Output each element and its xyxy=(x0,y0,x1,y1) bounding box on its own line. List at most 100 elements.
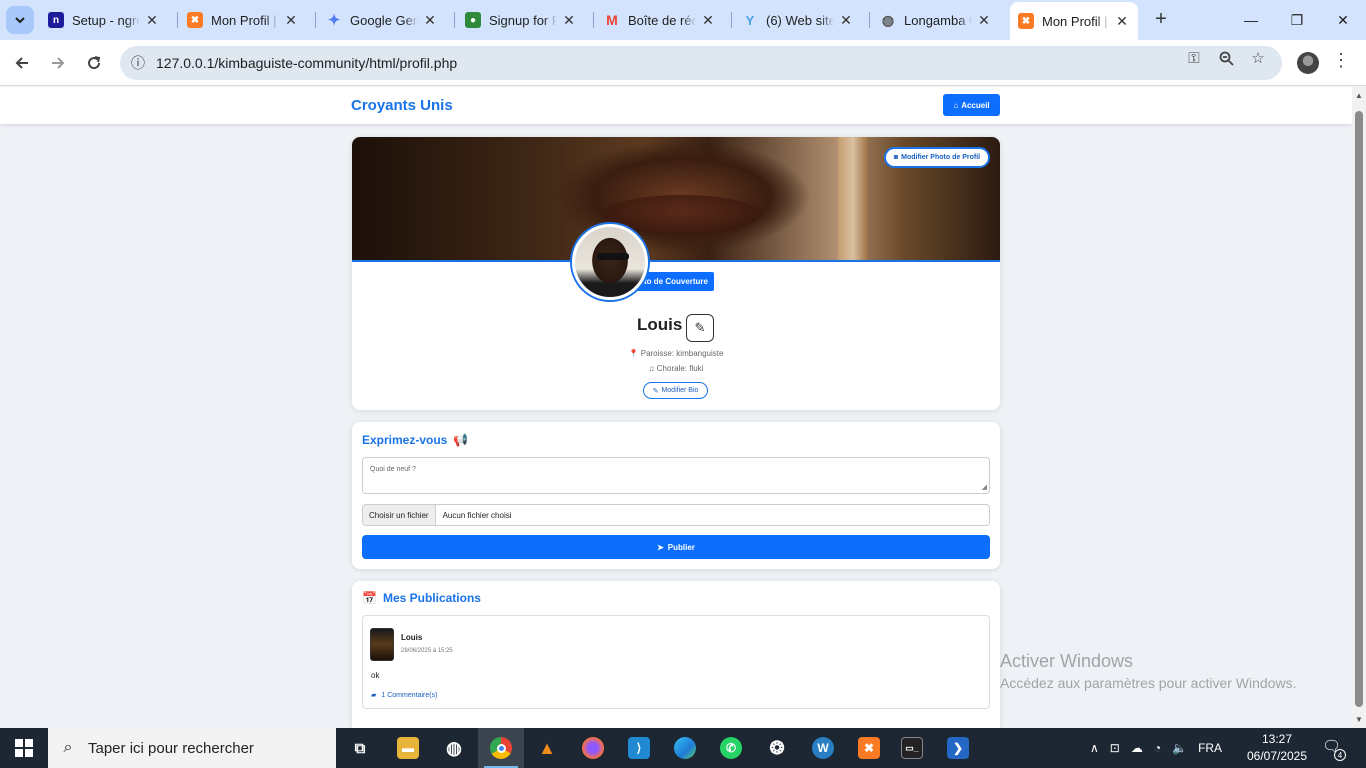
language-indicator[interactable]: FRA xyxy=(1198,741,1222,755)
task-view-button[interactable]: ⧉ xyxy=(337,728,383,768)
vlc-button[interactable]: ▲ xyxy=(524,728,570,768)
close-tab-icon[interactable]: ✕ xyxy=(976,12,992,28)
bookmark-star-icon[interactable]: ☆ xyxy=(1248,48,1268,68)
vscode-icon: ⟩ xyxy=(628,737,650,759)
firefox-button[interactable] xyxy=(570,728,616,768)
scrollbar-thumb[interactable] xyxy=(1355,111,1363,707)
compose-title: Exprimez-vous 📢 xyxy=(362,433,469,447)
whatsapp-button[interactable]: ✆ xyxy=(708,728,754,768)
taskbar-search[interactable]: ⌕ Taper ici pour rechercher xyxy=(48,728,336,768)
browser-tab-strip: n Setup - ngrok ✕ ✖ Mon Profil | Croyant… xyxy=(0,0,1366,40)
new-tab-button[interactable]: + xyxy=(1150,8,1172,30)
compose-card: Exprimez-vous 📢 Quoi de neuf ? ◢ Choisir… xyxy=(352,422,1000,569)
close-window-button[interactable]: ✕ xyxy=(1320,0,1366,40)
activate-windows-watermark: Activer Windows Accédez aux paramètres p… xyxy=(1000,651,1297,691)
device-icon[interactable]: ⊡ xyxy=(1110,741,1120,755)
post-comments-link[interactable]: ▰ 1 Commentaire(s) xyxy=(371,691,437,700)
scroll-down-icon[interactable]: ▼ xyxy=(1355,715,1363,724)
file-explorer-button[interactable]: ▬ xyxy=(385,728,431,768)
tab-website[interactable]: Y (6) Web site ✕ xyxy=(734,6,862,34)
scroll-up-icon[interactable]: ▲ xyxy=(1355,91,1363,100)
terminal-icon: ▭_ xyxy=(901,737,923,759)
tab-profile-active[interactable]: ✖ Mon Profil | Croyants ✕ xyxy=(1010,2,1138,40)
browser-profile-avatar[interactable] xyxy=(1297,52,1319,74)
terminal-button[interactable]: ▭_ xyxy=(889,728,935,768)
close-tab-icon[interactable]: ✕ xyxy=(561,12,577,28)
home-icon: ⌂ xyxy=(953,100,959,110)
calendar-icon: 📅 xyxy=(362,591,377,605)
comment-icon: ▰ xyxy=(371,692,377,699)
close-tab-icon[interactable]: ✕ xyxy=(1114,13,1130,29)
ngrok-icon: n xyxy=(48,12,64,28)
powershell-button[interactable]: ❯ xyxy=(935,728,981,768)
url-text: 127.0.0.1/kimbaguiste-community/html/pro… xyxy=(156,55,458,71)
volume-icon[interactable]: 🔈 xyxy=(1172,741,1187,755)
password-key-icon[interactable]: ⚿ xyxy=(1184,48,1204,68)
post-text: ok xyxy=(371,671,380,680)
page-viewport: Croyants Unis ⌂ Accueil ◙ Modifier Photo… xyxy=(0,87,1352,728)
address-bar[interactable]: ⓘ 127.0.0.1/kimbaguiste-community/html/p… xyxy=(120,46,1282,80)
post-item: Louis 28/06/2025 à 15:25 ok ▰ 1 Commenta… xyxy=(362,615,990,709)
file-input[interactable]: Choisir un fichier Aucun fichier choisi xyxy=(362,504,990,526)
notification-center-button[interactable]: 🗨 4 xyxy=(1322,737,1346,761)
xampp-icon: ✖ xyxy=(1018,13,1034,29)
edit-name-button[interactable]: ✎ xyxy=(686,314,714,342)
gmail-icon: M xyxy=(606,12,618,28)
close-tab-icon[interactable]: ✕ xyxy=(838,12,854,28)
publications-title: 📅 Mes Publications xyxy=(362,591,481,605)
reload-button[interactable] xyxy=(80,49,108,77)
tab-gmail[interactable]: M Boîte de réception ✕ xyxy=(596,6,724,34)
tab-search-button[interactable] xyxy=(6,6,34,34)
chrome-button[interactable] xyxy=(478,728,524,768)
choir-line: ♫ Chorale: fluki xyxy=(648,364,704,373)
arrow-left-icon xyxy=(15,57,28,69)
tab-profile-1[interactable]: ✖ Mon Profil | Croyants ✕ xyxy=(179,6,307,34)
globe-app-button[interactable]: ◍ xyxy=(431,728,477,768)
site-info-icon[interactable]: ⓘ xyxy=(120,53,156,73)
chevron-up-icon[interactable]: ∧ xyxy=(1090,741,1099,755)
minimize-button[interactable]: — xyxy=(1228,0,1274,40)
music-note-icon: ♫ xyxy=(648,364,655,373)
reload-icon xyxy=(88,56,101,70)
tab-ngrok[interactable]: n Setup - ngrok ✕ xyxy=(40,6,168,34)
profile-avatar xyxy=(572,224,648,300)
windows-taskbar: ⌕ Taper ici pour rechercher ⧉ ▬ ◍ ▲ ⟩ ✆ … xyxy=(0,728,1366,768)
tab-signup[interactable]: ● Signup for Free ✕ xyxy=(457,6,585,34)
site-brand[interactable]: Croyants Unis xyxy=(351,97,453,114)
choose-file-button[interactable]: Choisir un fichier xyxy=(363,505,436,525)
vscode-button[interactable]: ⟩ xyxy=(616,728,662,768)
close-tab-icon[interactable]: ✕ xyxy=(700,12,716,28)
cover-photo: ◙ Modifier Photo de Profil xyxy=(352,137,1000,262)
edit-profile-photo-button[interactable]: ◙ Modifier Photo de Profil xyxy=(884,147,990,168)
close-tab-icon[interactable]: ✕ xyxy=(283,12,299,28)
globe-icon: ◍ xyxy=(881,11,895,28)
page-scrollbar[interactable]: ▲ ▼ xyxy=(1352,87,1366,728)
tab-gemini[interactable]: ✦ Google Gemini ✕ xyxy=(318,6,446,34)
wordpress-button[interactable]: W xyxy=(800,728,846,768)
edit-bio-button[interactable]: ✎ Modifier Bio xyxy=(643,382,708,399)
home-button[interactable]: ⌂ Accueil xyxy=(943,94,1000,116)
chrome-icon xyxy=(490,737,512,759)
edge-button[interactable] xyxy=(662,728,708,768)
back-button[interactable] xyxy=(8,49,36,77)
close-tab-icon[interactable]: ✕ xyxy=(422,12,438,28)
cloud-offline-icon[interactable]: ☁ xyxy=(1131,741,1143,755)
tab-longamba[interactable]: ◍ Longamba C ✕ xyxy=(872,6,1000,34)
close-tab-icon[interactable]: ✕ xyxy=(144,12,160,28)
system-clock[interactable]: 13:27 06/07/2025 xyxy=(1244,731,1310,765)
task-view-icon: ⧉ xyxy=(354,739,366,757)
start-button[interactable] xyxy=(0,728,48,768)
restore-button[interactable]: ❐ xyxy=(1274,0,1320,40)
zoom-icon[interactable] xyxy=(1216,48,1236,68)
chatgpt-button[interactable]: ❂ xyxy=(754,728,800,768)
xampp-button[interactable]: ✖ xyxy=(846,728,892,768)
wifi-icon[interactable]: ◔ xyxy=(1154,741,1161,755)
resize-handle-icon[interactable]: ◢ xyxy=(982,483,987,491)
browser-menu-icon[interactable]: ⋮ xyxy=(1332,50,1350,71)
post-author-avatar xyxy=(370,628,394,661)
publish-button[interactable]: ➤ Publier xyxy=(362,535,990,559)
system-tray: ∧ ⊡ ☁ ◔ 🔈 FRA xyxy=(1090,728,1222,768)
camera-icon: ◙ xyxy=(893,154,899,161)
forward-button[interactable] xyxy=(44,49,72,77)
post-textarea[interactable]: Quoi de neuf ? ◢ xyxy=(362,457,990,494)
